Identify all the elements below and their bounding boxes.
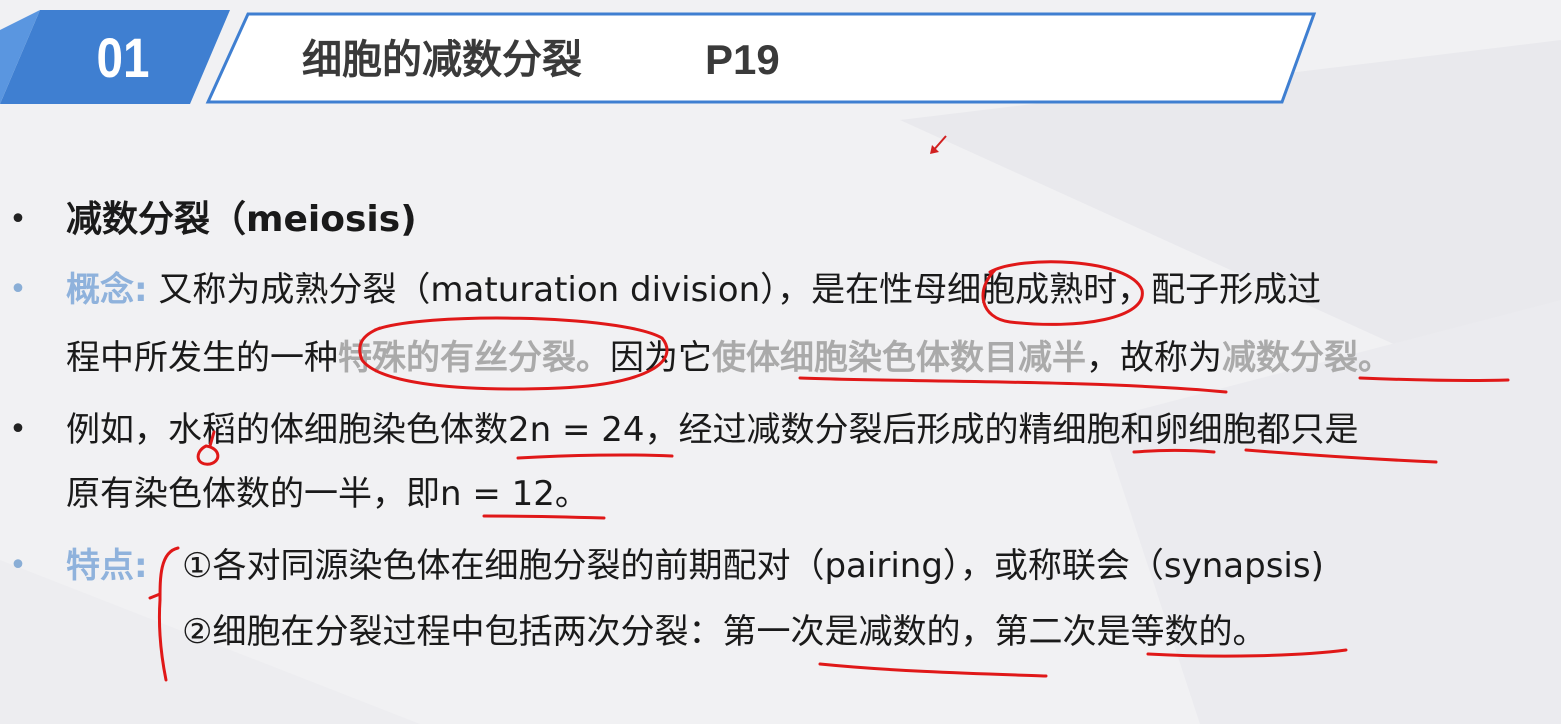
pointer-arrow-icon xyxy=(930,135,947,154)
concept-line-1: 概念: 又称为成熟分裂（maturation division），是在性母细胞成… xyxy=(66,264,1321,316)
concept-text-2a: 程中所发生的一种 xyxy=(66,338,338,378)
features-label-text: 特点: xyxy=(66,546,148,586)
feature-item-1: ①各对同源染色体在细胞分裂的前期配对（pairing），或称联会（synapsi… xyxy=(182,546,1324,586)
features-label: 特点: xyxy=(66,540,148,592)
concept-text-2b: 因为它 xyxy=(610,338,712,378)
example-line-2: 原有染色体数的一半，即n = 12。 xyxy=(66,474,589,514)
section-heading: 减数分裂（meiosis) xyxy=(66,199,417,240)
concept-text-1: 又称为成熟分裂（maturation division），是在性母细胞成熟时，配… xyxy=(158,270,1322,310)
concept-faded-2: 使体细胞染色体数目减半 xyxy=(712,338,1086,378)
section-number: 01 xyxy=(96,26,150,89)
example-line-1: 例如，水稻的体细胞染色体数2n = 24，经过减数分裂后形成的精细胞和卵细胞都只… xyxy=(66,410,1359,450)
page-title: 细胞的减数分裂 xyxy=(302,37,582,83)
page-number: P19 xyxy=(705,36,780,83)
bullet-dot-icon: • xyxy=(9,272,27,307)
concept-line-2: 程中所发生的一种特殊的有丝分裂。因为它使体细胞染色体数目减半，故称为减数分裂。 xyxy=(66,332,1392,384)
feature-item-2: ②细胞在分裂过程中包括两次分裂：第一次是减数的，第二次是等数的。 xyxy=(182,612,1267,652)
bullet-dot-icon: • xyxy=(9,548,27,583)
concept-faded-1: 特殊的有丝分裂。 xyxy=(338,338,610,378)
concept-label: 概念: xyxy=(66,270,148,310)
concept-faded-3: 减数分裂。 xyxy=(1222,338,1392,378)
bullet-dot-icon: • xyxy=(9,412,27,447)
concept-text-2c: ，故称为 xyxy=(1086,338,1222,378)
bullet-dot-icon: • xyxy=(9,202,27,237)
